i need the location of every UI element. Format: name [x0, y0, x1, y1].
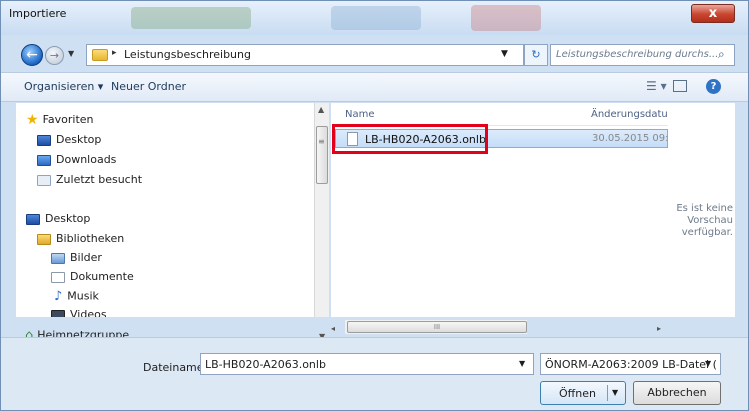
file-modified-date: 30.05.2015 09:01: [592, 133, 682, 144]
nav-item-label: Dokumente: [70, 270, 134, 283]
back-button[interactable]: ←: [21, 44, 43, 66]
nav-item-videos[interactable]: Videos: [51, 308, 107, 317]
help-icon[interactable]: ?: [706, 79, 721, 94]
recent-places-icon: [37, 174, 51, 186]
title-bar: Importiere x: [1, 1, 748, 35]
file-type-select[interactable]: ÖNORM-A2063:2009 LB-Datei ( ▼: [540, 353, 721, 375]
folder-icon: [92, 49, 108, 61]
navigation-scrollbar[interactable]: ▲ ≡: [314, 103, 329, 317]
close-button[interactable]: x: [691, 4, 735, 23]
title-bar-decoration: [471, 5, 541, 31]
breadcrumb-separator-icon[interactable]: ▸: [112, 48, 117, 58]
preview-pane: Es ist keine Vorschau verfügbar.: [669, 103, 735, 317]
organize-button[interactable]: Organisieren ▾: [24, 80, 103, 93]
search-icon[interactable]: ⌕: [718, 47, 725, 62]
scroll-up-icon[interactable]: ▲: [318, 105, 324, 114]
split-divider: [607, 385, 608, 401]
desktop-icon: [26, 213, 40, 225]
filename-label: Dateiname:: [143, 361, 208, 374]
pictures-icon: [51, 252, 65, 264]
desktop-icon: [37, 134, 51, 146]
column-header-modified[interactable]: Änderungsdatu: [591, 109, 668, 120]
file-type-dropdown-icon[interactable]: ▼: [705, 359, 711, 368]
nav-item-label: Bibliotheken: [56, 232, 125, 245]
nav-item-label: Bilder: [70, 251, 102, 264]
scroll-right-icon[interactable]: ▸: [657, 324, 661, 333]
star-icon: ★: [26, 112, 39, 128]
nav-item-label: Desktop: [45, 212, 91, 225]
open-button-label[interactable]: Öffnen: [559, 387, 596, 400]
forward-button[interactable]: →: [45, 46, 64, 65]
nav-item-desktop-favorite[interactable]: Desktop: [37, 133, 101, 146]
open-file-dialog: Importiere x ← → ▼ ▸ Leistungsbeschreibu…: [0, 0, 749, 411]
nav-item-label: Zuletzt besucht: [56, 173, 143, 186]
open-button[interactable]: Öffnen ▼: [540, 381, 626, 405]
nav-item-label: Desktop: [56, 133, 102, 146]
file-type-value[interactable]: ÖNORM-A2063:2009 LB-Datei (: [545, 358, 717, 371]
open-dropdown-icon[interactable]: ▼: [612, 388, 618, 397]
cancel-button[interactable]: Abbrechen: [633, 381, 721, 405]
preview-pane-icon[interactable]: [673, 80, 687, 92]
refresh-button[interactable]: ↻: [524, 44, 548, 66]
music-icon: ♪: [54, 289, 63, 304]
nav-item-favorites[interactable]: ★ Favoriten: [26, 112, 94, 128]
videos-icon: [51, 309, 65, 317]
column-header-name[interactable]: Name: [345, 109, 375, 120]
navigation-pane: ★ Favoriten Desktop Downloads Zuletzt bes…: [16, 103, 329, 317]
highlight-box: [332, 124, 488, 154]
address-bar[interactable]: ▸ Leistungsbeschreibung ▼: [86, 44, 524, 66]
command-toolbar: Organisieren ▾ Neuer Ordner ☰ ▾ ?: [1, 72, 748, 102]
nav-item-music[interactable]: ♪ Musik: [54, 289, 99, 304]
breadcrumb-leistungsbeschreibung[interactable]: Leistungsbeschreibung: [124, 48, 251, 61]
filename-value[interactable]: LB-HB020-A2063.onlb: [205, 358, 326, 371]
nav-item-pictures[interactable]: Bilder: [51, 251, 102, 264]
nav-item-desktop[interactable]: Desktop: [26, 212, 90, 225]
search-input[interactable]: Leistungsbeschreibung durchs...: [556, 49, 718, 60]
documents-icon: [51, 271, 65, 283]
view-options-icon[interactable]: ☰ ▾: [646, 79, 667, 93]
nav-item-recent[interactable]: Zuletzt besucht: [37, 173, 142, 186]
no-preview-text: Es ist keine Vorschau verfügbar.: [676, 203, 733, 238]
filename-dropdown-icon[interactable]: ▼: [519, 359, 525, 368]
nav-item-downloads[interactable]: Downloads: [37, 153, 116, 166]
scrollbar-thumb[interactable]: [316, 126, 328, 184]
nav-item-documents[interactable]: Dokumente: [51, 270, 134, 283]
filename-input[interactable]: LB-HB020-A2063.onlb ▼: [200, 353, 534, 375]
nav-item-label: Downloads: [56, 153, 117, 166]
title-bar-decoration: [131, 7, 251, 29]
scrollbar-grip-icon: ≡: [318, 137, 325, 146]
nav-item-label: Musik: [67, 289, 99, 303]
history-dropdown-icon[interactable]: ▼: [68, 49, 74, 58]
address-dropdown-icon[interactable]: ▼: [501, 49, 508, 59]
window-title: Importiere: [9, 7, 67, 20]
search-box[interactable]: Leistungsbeschreibung durchs... ⌕: [550, 44, 735, 66]
nav-item-libraries[interactable]: Bibliotheken: [37, 232, 124, 245]
new-folder-button[interactable]: Neuer Ordner: [111, 80, 186, 93]
title-bar-decoration: [331, 6, 421, 30]
scroll-left-icon[interactable]: ◂: [331, 324, 335, 333]
libraries-icon: [37, 233, 51, 245]
nav-item-label: Favoriten: [42, 113, 94, 126]
downloads-icon: [37, 154, 51, 166]
nav-item-label: Videos: [70, 308, 107, 317]
horizontal-scrollbar-thumb[interactable]: III: [347, 321, 527, 333]
